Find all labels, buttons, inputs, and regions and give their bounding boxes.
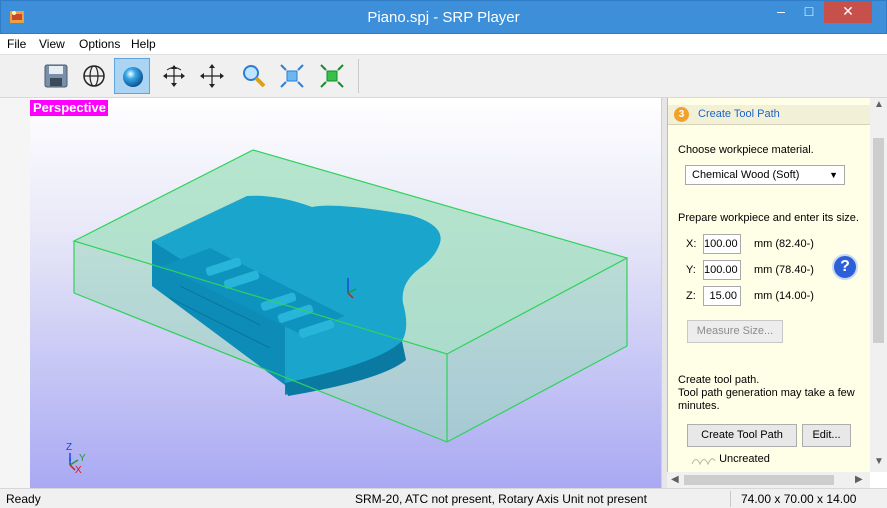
zoom-button[interactable] <box>236 58 272 94</box>
scroll-left-icon[interactable]: ◀ <box>671 474 679 485</box>
dim-z-input[interactable]: 15.00 <box>703 286 741 306</box>
edit-button[interactable]: Edit... <box>802 424 851 447</box>
dim-x-unit: mm (82.40-) <box>754 238 814 250</box>
reset-view-icon <box>320 64 344 88</box>
axis-z-label: Z <box>66 442 72 453</box>
axis-indicator: Z Y X <box>66 442 86 476</box>
dim-x-label: X: <box>686 238 697 250</box>
create-note: Tool path generation may take a few minu… <box>678 387 855 412</box>
panel-horizontal-scrollbar[interactable]: ◀ ▶ <box>667 472 870 488</box>
chevron-down-icon: ▼ <box>829 170 838 180</box>
3d-viewport[interactable]: Z Y X <box>30 98 661 488</box>
rotate-icon <box>163 65 185 87</box>
status-machine: SRM-20, ATC not present, Rotary Axis Uni… <box>355 492 647 506</box>
tool-path-panel: 3 Create Tool Path Choose workpiece mate… <box>667 98 870 472</box>
menu-options[interactable]: Options <box>79 37 120 51</box>
viewport-left-margin <box>0 98 30 488</box>
scene-svg: Z Y X <box>66 149 629 476</box>
rotate-button[interactable] <box>156 58 192 94</box>
fit-view-icon <box>280 64 304 88</box>
shaded-view-button[interactable] <box>114 58 150 94</box>
pan-button[interactable] <box>194 58 230 94</box>
tool-path-status-text: Uncreated <box>719 453 770 465</box>
axis-y-label: Y <box>79 453 86 464</box>
status-size: 74.00 x 70.00 x 14.00 <box>741 492 857 506</box>
panel-vertical-scrollbar[interactable]: ▲ ▼ <box>870 98 887 472</box>
axis-x-label: X <box>75 465 82 476</box>
create-tool-path-button[interactable]: Create Tool Path <box>687 424 797 447</box>
reset-view-button[interactable] <box>314 58 350 94</box>
size-prompt: Prepare workpiece and enter its size. <box>678 212 859 224</box>
toolbar <box>0 55 887 98</box>
scroll-down-icon[interactable]: ▼ <box>874 456 884 467</box>
dim-z-unit: mm (14.00-) <box>754 290 814 302</box>
maximize-button[interactable]: □ <box>795 1 823 23</box>
window-title: Piano.spj - SRP Player <box>367 9 520 26</box>
scroll-up-icon[interactable]: ▲ <box>874 99 884 110</box>
dim-x-input[interactable]: 100.00 <box>703 234 741 254</box>
globe-wireframe-icon <box>83 65 105 87</box>
panel-header[interactable]: 3 Create Tool Path <box>668 105 870 125</box>
dim-z-label: Z: <box>686 290 696 302</box>
status-ready: Ready <box>6 492 41 506</box>
pan-icon <box>200 64 224 88</box>
save-icon <box>44 64 68 88</box>
material-prompt: Choose workpiece material. <box>678 144 814 156</box>
zoom-icon <box>243 65 266 88</box>
measure-size-button[interactable]: Measure Size... <box>687 320 783 343</box>
status-bar: Ready SRM-20, ATC not present, Rotary Ax… <box>0 488 887 508</box>
vertical-scroll-thumb[interactable] <box>873 138 884 343</box>
menu-view[interactable]: View <box>39 37 65 51</box>
minimize-button[interactable]: – <box>767 1 795 23</box>
toolbar-separator <box>358 59 359 93</box>
tool-path-icon <box>691 458 716 466</box>
menu-bar: File View Options Help <box>0 34 887 55</box>
title-bar: Piano.spj - SRP Player – □ ✕ <box>0 0 887 34</box>
help-button[interactable]: ? <box>832 254 858 280</box>
tool-path-status: Uncreated <box>690 453 770 466</box>
dim-y-unit: mm (78.40-) <box>754 264 814 276</box>
menu-file[interactable]: File <box>7 37 26 51</box>
dim-y-label: Y: <box>686 264 696 276</box>
fit-view-button[interactable] <box>274 58 310 94</box>
panel-title: Create Tool Path <box>698 108 780 120</box>
wireframe-view-button[interactable] <box>76 58 112 94</box>
create-prompt: Create tool path. <box>678 374 760 386</box>
scroll-right-icon[interactable]: ▶ <box>855 474 863 485</box>
view-mode-label: Perspective <box>30 100 108 116</box>
close-button[interactable]: ✕ <box>824 1 872 23</box>
material-select[interactable]: Chemical Wood (Soft) ▼ <box>685 165 845 185</box>
horizontal-scroll-thumb[interactable] <box>684 475 834 485</box>
dim-y-input[interactable]: 100.00 <box>703 260 741 280</box>
step-badge: 3 <box>674 107 689 122</box>
shaded-sphere-icon <box>123 67 143 87</box>
menu-help[interactable]: Help <box>131 37 156 51</box>
material-value: Chemical Wood (Soft) <box>692 169 800 181</box>
status-divider <box>730 491 731 507</box>
save-button[interactable] <box>38 58 74 94</box>
